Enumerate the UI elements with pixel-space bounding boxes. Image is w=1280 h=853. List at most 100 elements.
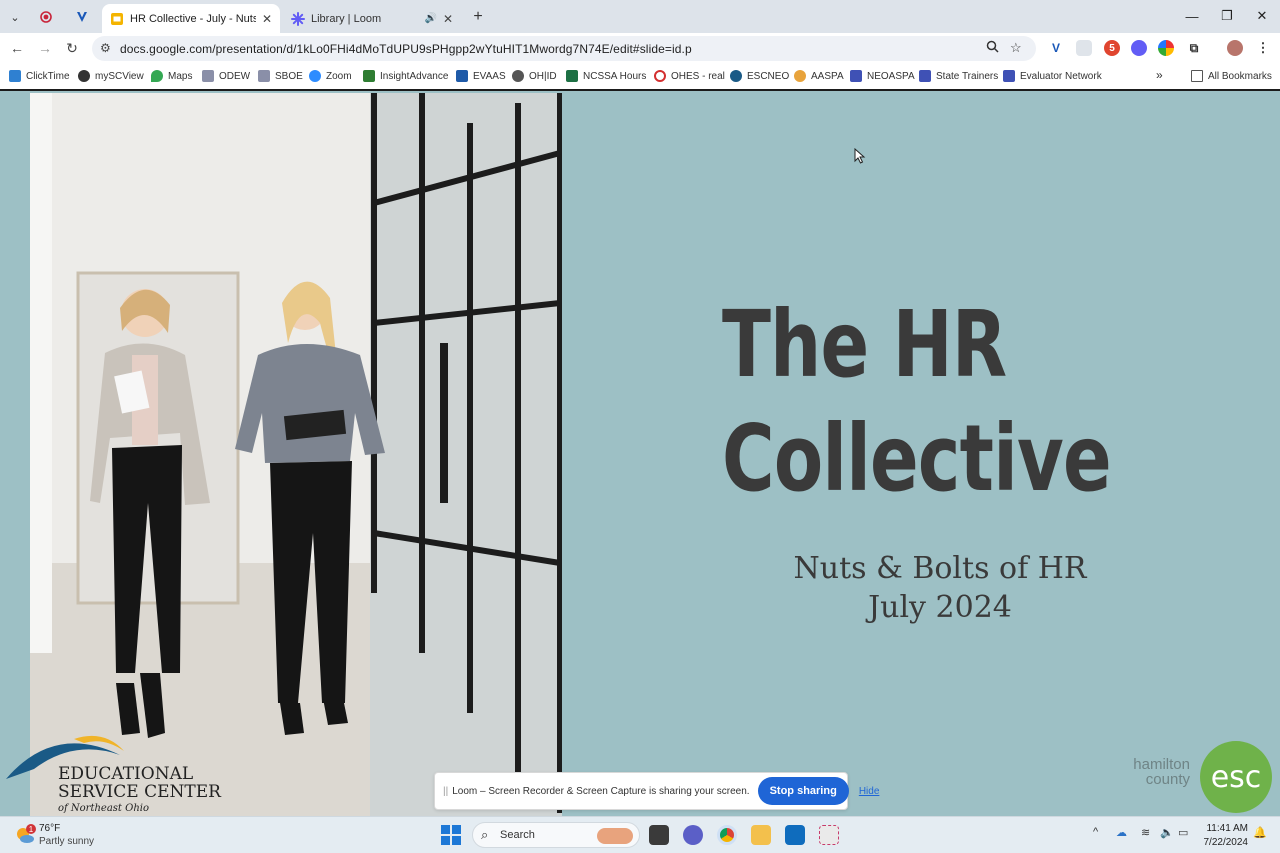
odew-icon xyxy=(202,70,214,82)
task-view-icon[interactable] xyxy=(649,825,669,845)
hamilton-county-esc-logo: esc xyxy=(1200,741,1272,813)
extension-badge: 5 xyxy=(1109,42,1115,54)
profile-avatar[interactable] xyxy=(1227,40,1243,56)
bookmark-clicktime[interactable]: ClickTime xyxy=(9,70,70,82)
bookmark-ohid[interactable]: OH|ID xyxy=(512,70,557,82)
loom-sharing-message: Loom – Screen Recorder & Screen Capture … xyxy=(452,785,750,797)
weather-temperature[interactable]: 76°F xyxy=(39,823,60,834)
pinned-tab-record[interactable] xyxy=(35,6,57,28)
back-button[interactable]: ← xyxy=(6,37,28,59)
record-icon xyxy=(40,11,52,23)
loom-extension-icon[interactable] xyxy=(1131,40,1147,56)
bookmark-maps[interactable]: Maps xyxy=(151,70,192,82)
file-explorer-icon[interactable] xyxy=(751,825,771,845)
new-tab-button[interactable]: + xyxy=(467,6,489,28)
bookmark-state-trainers[interactable]: State Trainers xyxy=(919,70,998,82)
weather-partly-sunny-icon[interactable]: 1 xyxy=(14,824,36,846)
close-tab-icon[interactable]: ✕ xyxy=(262,12,272,26)
escneo-icon xyxy=(730,70,742,82)
logo-line-1: EDUCATIONAL xyxy=(58,764,193,784)
zoom-app-icon xyxy=(309,70,321,82)
battery-icon[interactable]: ▭ xyxy=(1178,826,1188,839)
clock-time[interactable]: 11:41 AM xyxy=(1196,823,1248,834)
restore-button[interactable]: ❐ xyxy=(1210,5,1244,27)
bookmark-zoom[interactable]: Zoom xyxy=(309,70,352,82)
tray-overflow-chevron-icon[interactable]: ^ xyxy=(1093,826,1098,838)
pinned-tab-v[interactable] xyxy=(71,6,93,28)
bookmark-aaspa[interactable]: AASPA xyxy=(794,70,844,82)
bookmark-ohes[interactable]: OHES - real xyxy=(654,70,725,82)
bookmark-ncssa-hours[interactable]: NCSSA Hours xyxy=(566,70,646,82)
weather-badge: 1 xyxy=(29,825,34,834)
slide-title-line-1: The HR xyxy=(722,291,1007,398)
esc-mark: esc xyxy=(1210,759,1262,795)
clock-date[interactable]: 7/22/2024 xyxy=(1196,837,1249,848)
search-label: Search xyxy=(500,829,535,841)
slide-photo-two-women-walking xyxy=(30,93,562,816)
evaas-icon xyxy=(456,70,468,82)
reader-extension-icon[interactable] xyxy=(1076,40,1092,56)
bookmark-insightadvance[interactable]: InsightAdvance xyxy=(363,70,448,82)
drag-handle-icon[interactable]: || xyxy=(443,786,448,797)
wifi-icon[interactable]: ≋ xyxy=(1141,826,1150,839)
ohes-icon xyxy=(654,70,666,82)
notification-extension-icon[interactable]: 5 xyxy=(1104,40,1120,56)
zoom-icon[interactable] xyxy=(986,40,999,56)
aaspa-icon xyxy=(794,70,806,82)
bookmark-neoaspa[interactable]: NEOASPA xyxy=(850,70,915,82)
hamilton-county-text: hamilton county xyxy=(1133,756,1190,788)
forward-button[interactable]: → xyxy=(34,37,56,59)
slide-title-line-2: Collective xyxy=(722,405,1112,512)
loom-sharing-bar: || Loom – Screen Recorder & Screen Captu… xyxy=(434,772,879,810)
address-bar[interactable]: ⚙ docs.google.com/presentation/d/1kLo0FH… xyxy=(92,36,1036,61)
educational-service-center-logo: EDUCATIONAL SERVICE CENTER of Northeast … xyxy=(4,729,224,815)
weather-condition[interactable]: Partly sunny xyxy=(39,836,94,847)
url-text: docs.google.com/presentation/d/1kLo0FHi4… xyxy=(120,42,692,56)
hide-link[interactable]: Hide xyxy=(859,786,880,797)
tab-hr-collective[interactable]: HR Collective - July - Nuts & Bolts ✕ xyxy=(102,4,280,33)
minimize-button[interactable]: — xyxy=(1175,5,1209,27)
all-bookmarks-folder[interactable]: All Bookmarks xyxy=(1191,70,1272,82)
bookmarks-bar: ClickTime mySCView Maps ODEW SBOE Zoom I… xyxy=(0,63,1280,91)
subtitle-line-2: July 2024 xyxy=(868,590,1012,625)
v-extension-icon[interactable]: V xyxy=(1048,40,1064,56)
notification-bell-icon[interactable]: 🔔 xyxy=(1253,826,1267,839)
bookmark-star-icon[interactable]: ☆ xyxy=(1010,40,1022,56)
sboe-icon xyxy=(258,70,270,82)
bookmark-escneo[interactable]: ESCNEO xyxy=(730,70,789,82)
clicktime-icon xyxy=(9,70,21,82)
stop-sharing-button[interactable]: Stop sharing xyxy=(757,777,849,805)
audio-playing-icon[interactable]: 🔊 xyxy=(424,13,436,24)
loom-icon xyxy=(291,11,305,26)
extensions-puzzle-icon[interactable]: ⧉ xyxy=(1186,40,1202,56)
menu-kebab-icon[interactable]: ⋮ xyxy=(1255,40,1271,56)
volume-icon[interactable]: 🔈 xyxy=(1160,826,1174,839)
myscview-icon xyxy=(78,70,90,82)
bookmark-evaas[interactable]: EVAAS xyxy=(456,70,506,82)
windows-start-button[interactable] xyxy=(441,825,461,845)
taskbar-search-box[interactable]: ⌕ Search xyxy=(472,822,640,848)
browser-toolbar: ← → ↻ ⚙ docs.google.com/presentation/d/1… xyxy=(0,33,1280,63)
reload-button[interactable]: ↻ xyxy=(61,37,83,59)
chrome-app-icon[interactable] xyxy=(717,825,737,845)
site-settings-icon[interactable]: ⚙ xyxy=(100,41,111,55)
bookmark-sboe[interactable]: SBOE xyxy=(258,70,303,82)
search-icon: ⌕ xyxy=(481,827,489,842)
close-tab-icon[interactable]: ✕ xyxy=(443,12,453,26)
slide-subtitle: Nuts & Bolts of HR July 2024 xyxy=(720,549,1160,627)
bookmark-evaluator-network[interactable]: Evaluator Network xyxy=(1003,70,1102,82)
bookmarks-overflow-button[interactable]: » xyxy=(1156,68,1163,82)
tab-search-chevron-icon[interactable]: ⌄ xyxy=(4,6,26,28)
tab-loom-library[interactable]: Library | Loom 🔊 ✕ xyxy=(283,4,461,33)
tab-title: HR Collective - July - Nuts & Bolts xyxy=(130,12,256,25)
neoaspa-icon xyxy=(850,70,862,82)
teams-chat-icon[interactable] xyxy=(683,825,703,845)
outlook-icon[interactable] xyxy=(785,825,805,845)
evaluator-network-icon xyxy=(1003,70,1015,82)
onedrive-cloud-icon[interactable]: ☁ xyxy=(1116,826,1127,839)
snipping-tool-icon[interactable] xyxy=(819,825,839,845)
bookmark-myscview[interactable]: mySCView xyxy=(78,70,144,82)
color-extension-icon[interactable] xyxy=(1158,40,1174,56)
bookmark-odew[interactable]: ODEW xyxy=(202,70,250,82)
close-window-button[interactable]: ✕ xyxy=(1245,5,1279,27)
